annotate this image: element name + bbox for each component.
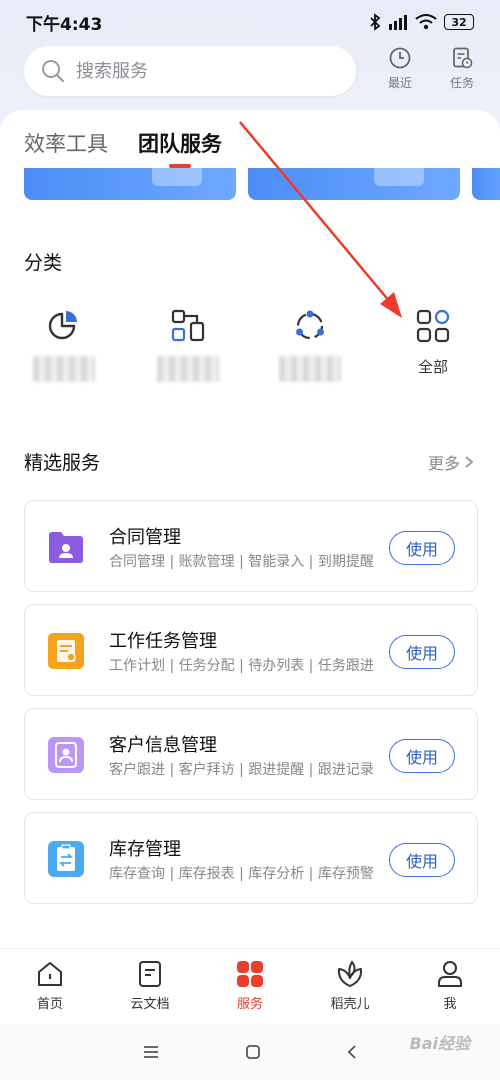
service-card-inventory[interactable]: 库存管理 库存查询 | 库存报表 | 库存分析 | 库存预警 使用: [24, 812, 478, 904]
team-circle-icon: [296, 310, 324, 340]
document-icon: [139, 961, 161, 987]
service-desc: 库存查询 | 库存报表 | 库存分析 | 库存预警: [109, 866, 374, 882]
wifi-icon: [415, 14, 437, 30]
banner-card[interactable]: [24, 168, 236, 200]
service-card-tasks[interactable]: 工作任务管理 工作计划 | 任务分配 | 待办列表 | 任务跟进 使用: [24, 604, 478, 696]
service-desc: 客户跟进 | 客户拜访 | 跟进提醒 | 跟进记录: [109, 762, 374, 778]
menu-icon[interactable]: [141, 1044, 161, 1060]
use-button[interactable]: 使用: [389, 635, 455, 669]
home-icon: [38, 962, 62, 986]
task-list-icon: [453, 47, 473, 69]
category-label-blurred: [157, 356, 219, 382]
tab-label: 效率工具: [24, 132, 108, 156]
service-card-contract[interactable]: 合同管理 合同管理 | 账款管理 | 智能录入 | 到期提醒 使用: [24, 500, 478, 592]
signal-icon: [389, 15, 407, 30]
nav-me[interactable]: 我: [400, 949, 500, 1024]
back-icon[interactable]: [345, 1043, 359, 1061]
nav-label: 首页: [36, 997, 63, 1012]
category-label-blurred: [33, 356, 95, 382]
nav-label: 稻壳儿: [330, 997, 370, 1012]
tab-efficiency-tools[interactable]: 效率工具: [24, 128, 108, 168]
service-title: 客户信息管理: [109, 735, 217, 756]
category-all[interactable]: 全部: [383, 308, 483, 398]
tab-label: 团队服务: [138, 132, 222, 156]
bottom-navigation: 首页 云文档 服务 稻壳儿 我: [0, 948, 500, 1024]
inventory-clipboard-icon: [48, 841, 84, 877]
flow-chart-icon: [171, 309, 205, 342]
recent-button[interactable]: 最近: [380, 46, 420, 96]
nav-label: 服务: [236, 997, 263, 1012]
nav-home[interactable]: 首页: [0, 949, 100, 1024]
category-item[interactable]: [14, 308, 114, 398]
service-card-customers[interactable]: 客户信息管理 客户跟进 | 客户拜访 | 跟进提醒 | 跟进记录 使用: [24, 708, 478, 800]
bluetooth-icon: [370, 13, 381, 31]
nav-cloud-docs[interactable]: 云文档: [100, 949, 200, 1024]
customer-book-icon: [48, 737, 84, 773]
status-time: 下午4:43: [26, 14, 103, 35]
status-icons: 32: [369, 13, 474, 31]
battery-indicator: 32: [444, 14, 474, 30]
use-button[interactable]: 使用: [389, 531, 455, 565]
person-icon: [438, 961, 462, 987]
category-title: 分类: [24, 252, 63, 274]
recent-label: 最近: [387, 76, 412, 90]
clock-icon: [389, 47, 411, 69]
service-title: 合同管理: [109, 527, 181, 548]
chevron-right-icon: [465, 456, 474, 468]
service-title: 库存管理: [109, 839, 181, 860]
service-desc: 合同管理 | 账款管理 | 智能录入 | 到期提醒: [109, 554, 374, 570]
banner-illustration: [374, 168, 424, 186]
banner-illustration: [152, 168, 202, 186]
tab-bar: 效率工具 团队服务: [24, 128, 222, 168]
tasks-label: 任务: [449, 76, 474, 90]
category-item[interactable]: [138, 308, 238, 398]
service-title: 工作任务管理: [109, 631, 217, 652]
search-input[interactable]: [76, 60, 316, 82]
use-button[interactable]: 使用: [389, 843, 455, 877]
watermark-text: Bai经验: [409, 1034, 470, 1053]
banner-card[interactable]: [248, 168, 460, 200]
use-button[interactable]: 使用: [389, 739, 455, 773]
more-label: 更多: [427, 454, 460, 473]
home-square-icon[interactable]: [244, 1043, 262, 1061]
grid-all-icon: [416, 309, 450, 343]
nav-services[interactable]: 服务: [200, 949, 300, 1024]
nav-docer[interactable]: 稻壳儿: [300, 949, 400, 1024]
search-bar[interactable]: [24, 46, 356, 96]
banner-card[interactable]: [472, 168, 500, 200]
main-content-card: 效率工具 团队服务 分类 全部 精选服务 更多 合同管理 合同管理 | 账款管理…: [0, 110, 500, 948]
service-desc: 工作计划 | 任务分配 | 待办列表 | 任务跟进: [109, 658, 374, 674]
search-icon: [42, 60, 65, 83]
pie-chart-icon: [48, 311, 77, 340]
contract-folder-icon: [49, 532, 83, 563]
task-clipboard-icon: [48, 633, 84, 669]
tab-team-services[interactable]: 团队服务: [138, 128, 222, 168]
more-link[interactable]: 更多: [428, 450, 474, 474]
tasks-button[interactable]: 任务: [442, 46, 482, 96]
category-label-blurred: [279, 356, 341, 382]
leaf-icon: [337, 960, 363, 987]
category-label: 全部: [417, 358, 448, 376]
featured-title: 精选服务: [24, 452, 101, 474]
category-item[interactable]: [260, 308, 360, 398]
services-grid-icon: [237, 961, 263, 987]
status-bar: 下午4:43 32: [0, 0, 500, 44]
nav-label: 云文档: [130, 997, 170, 1012]
nav-label: 我: [443, 997, 457, 1012]
